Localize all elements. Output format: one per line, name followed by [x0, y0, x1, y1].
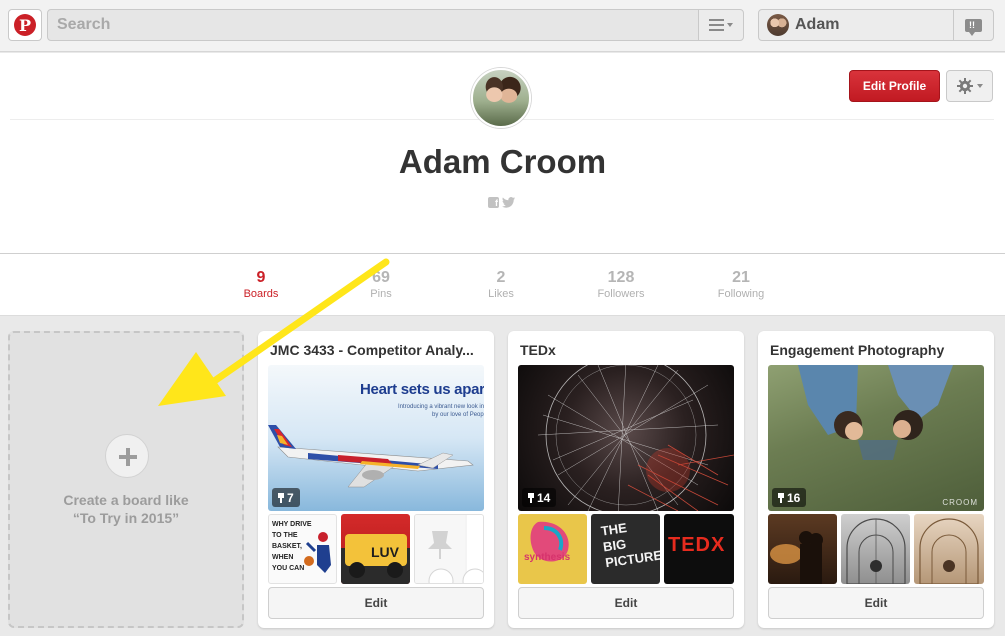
stat-count: 69	[372, 269, 390, 286]
board-cover-image[interactable]: CROOM 16	[768, 365, 984, 511]
profile-header: Adam Croom f Edit Profile	[0, 53, 1005, 254]
board-cover-image[interactable]: 14	[518, 365, 734, 511]
board-title: JMC 3433 - Competitor Analy...	[270, 342, 474, 358]
board-thumbnail[interactable]: THE BIG PICTURE	[591, 514, 660, 584]
stat-count: 21	[732, 269, 750, 286]
pin-count: 14	[537, 490, 551, 505]
profile-avatar[interactable]	[471, 68, 531, 128]
profile-name: Adam Croom	[398, 143, 607, 180]
pushpin-icon	[415, 515, 483, 583]
stat-count: 128	[607, 269, 635, 286]
greenhouse-bw-image	[846, 518, 906, 584]
pin-count-badge: 14	[522, 488, 557, 507]
twitter-icon[interactable]	[502, 197, 515, 208]
pinterest-logo-icon: P	[14, 14, 36, 36]
pinterest-logo-button[interactable]: P	[8, 9, 42, 41]
stat-label: Followers	[597, 288, 645, 300]
stat-label: Likes	[488, 288, 514, 300]
board-card[interactable]: TEDx 14 synthesis THE BIG PICTURE TEDX E…	[508, 331, 744, 628]
edit-board-button[interactable]: Edit	[768, 587, 984, 619]
stat-boards[interactable]: 9 Boards	[211, 268, 311, 301]
pin-icon	[528, 492, 534, 503]
thumbnail-text: LUV	[371, 544, 399, 560]
thumbnail-text: TEDX	[668, 534, 726, 556]
board-thumbnail[interactable]: synthesis	[518, 514, 587, 584]
edit-board-button[interactable]: Edit	[518, 587, 734, 619]
stat-likes[interactable]: 2 Likes	[451, 268, 551, 301]
stat-count: 9	[256, 269, 266, 286]
board-cover-image[interactable]: Heart sets us apart Introducing a vibran…	[268, 365, 484, 511]
social-links: f	[488, 197, 515, 208]
stat-label: Boards	[243, 288, 279, 300]
pin-icon	[778, 492, 784, 503]
pin-count: 16	[787, 490, 801, 505]
edit-board-button[interactable]: Edit	[268, 587, 484, 619]
board-thumbnail[interactable]	[841, 514, 910, 584]
search-box[interactable]	[47, 9, 699, 41]
stat-following[interactable]: 21 Following	[691, 268, 791, 301]
top-bar: P Adam !!	[0, 0, 1005, 52]
create-board-line-1: Create a board like	[63, 492, 189, 508]
board-thumbnail[interactable]	[914, 514, 984, 584]
user-name: Adam	[795, 16, 840, 33]
gear-icon	[956, 78, 973, 94]
basketball-player-image	[304, 532, 331, 573]
board-thumbnail[interactable]: WHY DRIVE TO THE BASKET, WHEN YOU CAN	[268, 514, 337, 584]
avatar	[767, 14, 789, 36]
categories-menu-button[interactable]	[698, 9, 744, 41]
board-thumbnail-placeholder[interactable]	[414, 514, 484, 584]
board-thumbnail[interactable]: TEDX	[664, 514, 734, 584]
create-board-line-2: “To Try in 2015”	[72, 510, 180, 526]
create-board-card[interactable]: Create a board like “To Try in 2015”	[8, 331, 244, 628]
greenhouse-sepia-image	[919, 518, 979, 584]
hamburger-icon	[709, 19, 724, 31]
stat-label: Pins	[370, 288, 392, 300]
stat-label: Following	[717, 288, 765, 300]
create-board-label: Create a board like “To Try in 2015”	[10, 491, 242, 527]
chevron-down-icon	[976, 84, 983, 88]
plus-icon	[105, 434, 149, 478]
search-input[interactable]	[48, 10, 698, 40]
pin-icon	[278, 492, 284, 503]
cover-watermark: CROOM	[942, 498, 978, 507]
speech-bubble-icon: !!	[965, 18, 982, 36]
couple-silhouette-image	[770, 531, 823, 584]
edit-profile-button[interactable]: Edit Profile	[849, 70, 940, 102]
chevron-down-icon	[727, 23, 733, 27]
stat-pins[interactable]: 69 Pins	[331, 268, 431, 301]
thumbnail-text: synthesis	[524, 552, 571, 563]
user-menu-button[interactable]: Adam	[758, 9, 954, 41]
profile-stats-bar: 9 Boards 69 Pins 2 Likes 128 Followers 2…	[0, 254, 1005, 316]
pin-count: 7	[287, 490, 294, 505]
board-thumbnail[interactable]: LUV	[341, 514, 410, 584]
board-thumbnail[interactable]	[768, 514, 837, 584]
board-card[interactable]: JMC 3433 - Competitor Analy... Heart set…	[258, 331, 494, 628]
board-title: TEDx	[520, 342, 556, 358]
facebook-icon[interactable]: f	[488, 197, 499, 208]
synthesis-art-image	[530, 521, 569, 562]
pin-count-badge: 16	[772, 488, 807, 507]
thumbnail-text: THE BIG PICTURE	[600, 517, 660, 571]
board-title: Engagement Photography	[770, 342, 945, 358]
stat-followers[interactable]: 128 Followers	[571, 268, 671, 301]
board-card[interactable]: Engagement Photography CROOM 16 Edit	[758, 331, 994, 628]
pin-count-badge: 7	[272, 488, 300, 507]
notifications-button[interactable]: !!	[953, 9, 994, 41]
stat-count: 2	[496, 269, 506, 286]
settings-button[interactable]	[946, 70, 993, 102]
airplane-image	[268, 425, 474, 488]
